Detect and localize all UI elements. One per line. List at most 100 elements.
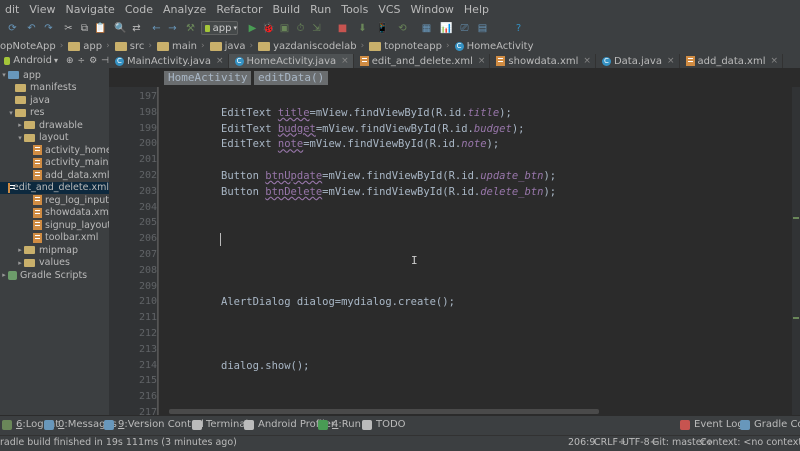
chevron-down-icon[interactable]: ▾ [16, 134, 24, 142]
tab-5[interactable]: add_data.xml × [680, 54, 784, 68]
chevron-down-icon[interactable]: ▾ [0, 71, 8, 79]
tree-item[interactable]: ▾ app [0, 69, 41, 81]
run-configuration-select[interactable]: app ▾ [201, 21, 238, 35]
menu-item-11[interactable]: Help [459, 3, 494, 16]
stop-icon[interactable]: ■ [336, 22, 349, 35]
close-icon[interactable]: × [770, 56, 778, 66]
menu-item-1[interactable]: View [24, 3, 60, 16]
scroll-from-source-icon[interactable]: ⊕ [66, 56, 74, 66]
breadcrumb-class[interactable]: HomeActivity [164, 71, 252, 85]
profile-icon[interactable]: ⏱ [294, 22, 307, 35]
tree-item[interactable]: add_data.xml [0, 169, 109, 181]
help-icon[interactable]: ? [512, 22, 525, 35]
find-icon[interactable]: 🔍 [114, 22, 127, 35]
copy-icon[interactable]: ⧉ [78, 22, 91, 35]
sync-icon[interactable]: ⟳ [6, 22, 19, 35]
menu-item-6[interactable]: Build [268, 3, 306, 16]
menu-item-8[interactable]: Tools [336, 3, 373, 16]
coverage-icon[interactable]: ▣ [278, 22, 291, 35]
close-icon[interactable]: × [667, 56, 675, 66]
debug-icon[interactable]: 🐞 [262, 22, 275, 35]
nav-crumb-6[interactable]: topnoteapp › [364, 41, 450, 52]
menu-item-0[interactable]: dit [0, 3, 24, 16]
paste-icon[interactable]: 📋 [94, 22, 107, 35]
structure-icon[interactable]: ▦ [420, 22, 433, 35]
device-icon[interactable]: ⎚ [458, 22, 471, 35]
folder-icon [24, 121, 35, 129]
tree-item[interactable]: java [0, 94, 50, 106]
tree-item[interactable]: edit_and_delete.xml [0, 181, 109, 194]
chevron-right-icon[interactable]: ▸ [16, 246, 24, 254]
close-icon[interactable]: × [216, 56, 224, 66]
settings-gear-icon[interactable]: ⚙ [89, 56, 97, 66]
tree-item[interactable]: activity_home.xml [0, 144, 109, 156]
nav-crumb-2[interactable]: src › [110, 41, 152, 52]
nav-crumb-4[interactable]: java › [205, 41, 253, 52]
chevron-right-icon[interactable]: ▸ [16, 121, 24, 129]
tool-window-gradle-console[interactable]: Gradle Console [740, 419, 800, 430]
redo-icon[interactable]: ↷ [42, 22, 55, 35]
replace-icon[interactable]: ⇄ [130, 22, 143, 35]
close-icon[interactable]: × [341, 56, 349, 66]
menu-item-10[interactable]: Window [406, 3, 459, 16]
project-view-header[interactable]: Android ▾ ⊕ ÷ ⚙ ⊣ [0, 54, 109, 67]
tab-1[interactable]: C HomeActivity.java × [228, 54, 354, 68]
tree-item[interactable]: ▸ mipmap [0, 244, 78, 256]
make-icon[interactable]: ⚒ [184, 22, 197, 35]
tab-4[interactable]: C Data.java × [596, 54, 680, 68]
tree-item[interactable]: ▸ values [0, 257, 70, 269]
sync-gradle-icon[interactable]: ⟲ [396, 22, 409, 35]
tab-3[interactable]: showdata.xml × [490, 54, 596, 68]
chevron-down-icon[interactable]: ▾ [7, 109, 15, 117]
tree-item[interactable]: ▸ drawable [0, 119, 83, 131]
close-icon[interactable]: × [583, 56, 591, 66]
nav-crumb-5[interactable]: yazdaniscodelab › [253, 41, 364, 52]
breadcrumb-method[interactable]: editData() [254, 71, 329, 85]
menu-item-2[interactable]: Navigate [60, 3, 119, 16]
tool-window-run[interactable]: 4: Run [318, 419, 361, 430]
close-icon[interactable]: × [478, 56, 486, 66]
chevron-right-icon[interactable]: ▸ [16, 259, 24, 267]
attach-icon[interactable]: ⇲ [310, 22, 323, 35]
menu-item-7[interactable]: Run [305, 3, 336, 16]
menu-item-5[interactable]: Refactor [211, 3, 267, 16]
layout-icon[interactable]: ▤ [476, 22, 489, 35]
tool-window-todo[interactable]: TODO [362, 419, 406, 430]
collapse-all-icon[interactable]: ÷ [78, 56, 86, 66]
context-indicator[interactable]: Context: <no context> [700, 437, 800, 448]
hide-panel-icon[interactable]: ⊣ [101, 56, 109, 66]
tab-0[interactable]: C MainActivity.java × [109, 54, 229, 68]
nav-crumb-3[interactable]: main › [152, 41, 205, 52]
monitor-icon[interactable]: 📊 [440, 22, 453, 35]
avd-icon[interactable]: 📱 [376, 22, 389, 35]
tree-item[interactable]: reg_log_input_layou [0, 194, 109, 206]
cut-icon[interactable]: ✂ [62, 22, 75, 35]
horizontal-scrollbar[interactable] [169, 409, 599, 414]
nav-crumb-1[interactable]: app › [63, 41, 110, 52]
tool-window-terminal[interactable]: Terminal [192, 419, 248, 430]
menu-item-9[interactable]: VCS [373, 3, 405, 16]
tab-2[interactable]: edit_and_delete.xml × [354, 54, 491, 68]
tree-item[interactable]: ▸ Gradle Scripts [0, 269, 87, 281]
tree-item[interactable]: signup_layout.xml [0, 219, 109, 231]
code-editor[interactable]: HomeActivity editData() 197 198 199 200 201 2… [109, 68, 800, 415]
back-icon[interactable]: ← [150, 22, 163, 35]
nav-crumb-0[interactable]: opNoteApp › [0, 41, 63, 52]
tool-window-eventlog[interactable]: Event Log [680, 419, 744, 430]
tree-item[interactable]: ▾ layout [0, 132, 68, 144]
tree-item[interactable]: manifests [0, 82, 77, 94]
undo-icon[interactable]: ↶ [25, 22, 38, 35]
run-icon[interactable]: ▶ [246, 22, 259, 35]
tree-item[interactable]: ▾ res [0, 107, 44, 119]
menu-item-3[interactable]: Code [120, 3, 158, 16]
tree-item[interactable]: toolbar.xml [0, 232, 98, 244]
tool-window-vcs[interactable]: 9: Version Control [104, 419, 204, 430]
chevron-right-icon[interactable]: ▸ [0, 271, 8, 279]
tree-item[interactable]: activity_main.xml [0, 157, 109, 169]
sdk-icon[interactable]: ⬇ [356, 22, 369, 35]
nav-crumb-7[interactable]: C HomeActivity [450, 41, 534, 52]
menu-item-4[interactable]: Analyze [158, 3, 211, 16]
caret-position[interactable]: 206:9 [568, 437, 595, 448]
tree-item[interactable]: showdata.xml [0, 207, 109, 219]
forward-icon[interactable]: → [166, 22, 179, 35]
